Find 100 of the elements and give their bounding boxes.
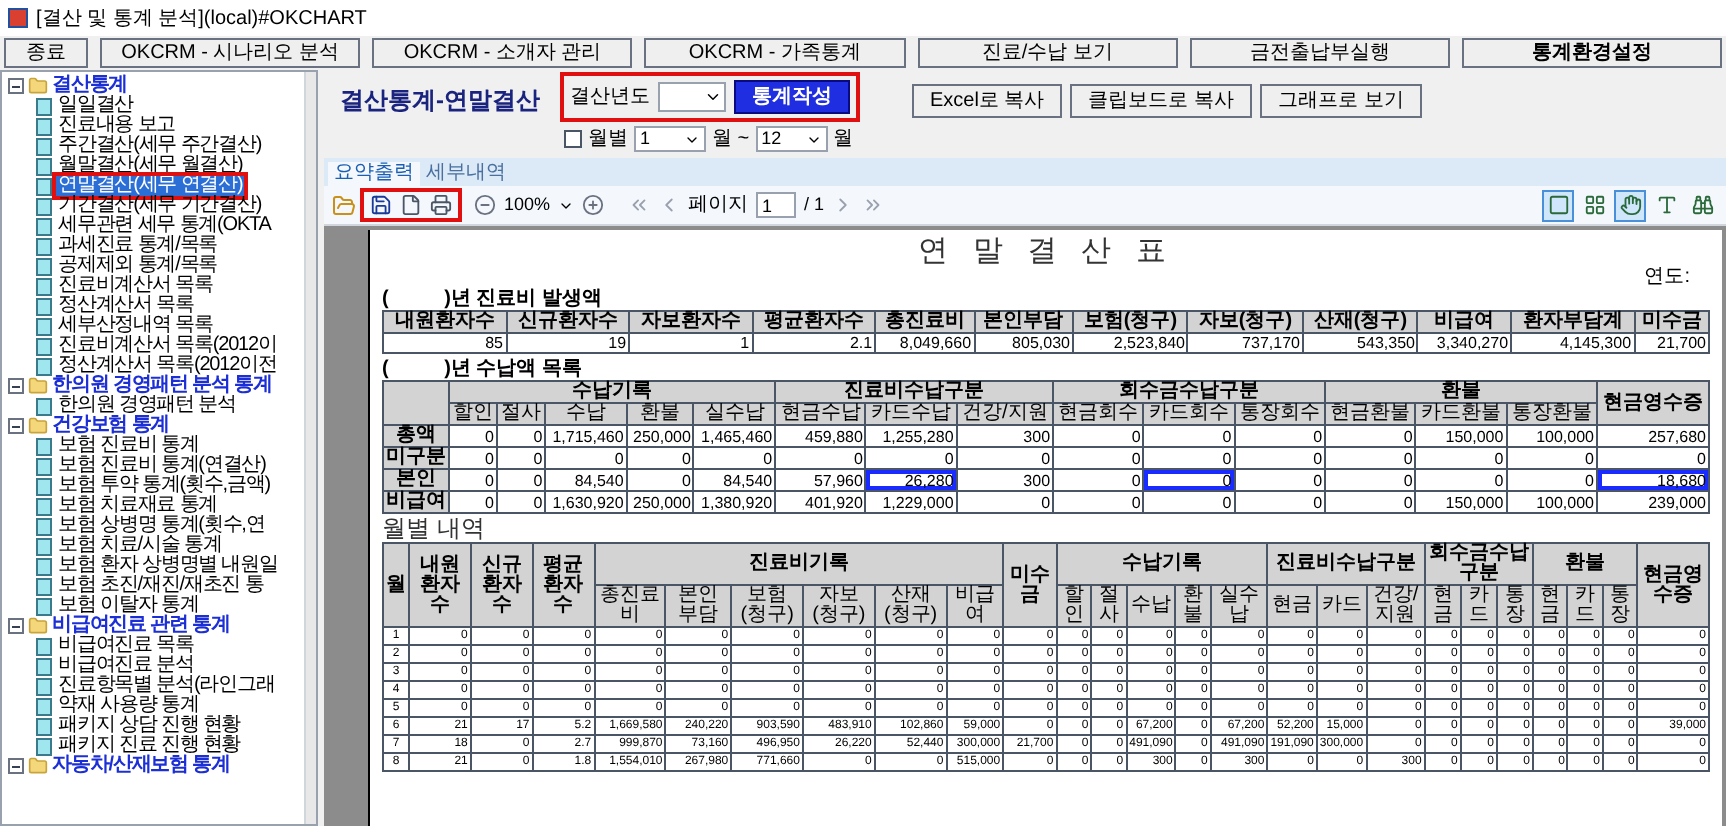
table-cell: 0: [1234, 447, 1326, 469]
table-cell: 0: [1234, 491, 1326, 513]
toolbar-button[interactable]: 종료: [4, 37, 88, 67]
tab[interactable]: 요약출력: [328, 162, 420, 186]
document-icon: [36, 397, 52, 415]
toolbar-button[interactable]: OKCRM - 가족통계: [644, 37, 906, 67]
tree-group-label[interactable]: 결산통계: [52, 76, 128, 96]
month-select[interactable]: 1: [634, 126, 706, 152]
tree-item[interactable]: 보험 진료비 통계(연결산): [56, 456, 268, 476]
tree-item[interactable]: 정산계산서 목록(2012이전: [56, 356, 279, 376]
single-page-icon[interactable]: [1542, 189, 1574, 221]
tree-item[interactable]: 보험 치료/시술 통계: [56, 536, 224, 556]
tree-group-label[interactable]: 한의원 경영패턴 분석 통계: [52, 376, 272, 396]
year-label: 연도:: [1642, 268, 1692, 288]
collapse-toggle-icon[interactable]: [8, 78, 24, 94]
tree-item[interactable]: 과세진료 통계/목록: [56, 236, 220, 256]
tree-group-label[interactable]: 비급여진료 관련 통계: [52, 616, 230, 636]
column-group-header: 진료비기록: [594, 543, 1004, 585]
open-folder-icon[interactable]: [332, 193, 356, 217]
toolbar-button[interactable]: 진료/수납 보기: [917, 37, 1178, 67]
tree-item[interactable]: 한의원 경영패턴 분석: [56, 396, 238, 416]
zoom-out-icon[interactable]: [474, 194, 496, 216]
month-select[interactable]: 12: [755, 126, 828, 152]
tree-item[interactable]: 보험 환자 상병명별 내원일: [56, 556, 280, 576]
tree-item[interactable]: 보험 진료비 통계: [56, 436, 201, 456]
tree-item[interactable]: 정산계산서 목록: [56, 296, 196, 316]
column-header: 실수납: [1210, 585, 1268, 627]
tree-item[interactable]: 진료비계산서 목록(2012이: [56, 336, 279, 356]
print-icon[interactable]: [430, 194, 452, 216]
action-button[interactable]: Excel로 복사: [912, 84, 1063, 118]
table-cell: 0: [1143, 491, 1235, 513]
table-cell: 0: [693, 447, 776, 469]
table-cell: 21,700: [1634, 333, 1709, 353]
column-header: 현금: [1532, 585, 1568, 627]
tree-item[interactable]: 보험 초진/재진/재초진 통: [56, 576, 266, 596]
page-icon[interactable]: [400, 194, 422, 216]
collapse-toggle-icon[interactable]: [8, 418, 24, 434]
zoom-in-icon[interactable]: [582, 194, 605, 216]
tree-item[interactable]: 비급여진료 목록: [56, 636, 196, 656]
tree-group-label[interactable]: 건강보험 통계: [52, 416, 170, 436]
tree-item[interactable]: 세무관련 세무 통계(OKTA: [56, 216, 273, 236]
row-header: 본인: [383, 469, 449, 491]
tree-item[interactable]: 약재 사용량 통계: [56, 696, 201, 716]
table-cell: 150,000: [1415, 425, 1507, 447]
checkbox[interactable]: [564, 130, 582, 148]
tree-item[interactable]: 일일결산: [56, 96, 136, 116]
table-cell: 100,000: [1506, 491, 1597, 513]
toolbar-button[interactable]: OKCRM - 소개자 관리: [372, 37, 633, 67]
collapse-toggle-icon[interactable]: [8, 618, 24, 634]
column-header: 카드: [1316, 585, 1367, 627]
action-button[interactable]: 그래프로 보기: [1260, 84, 1422, 118]
table-cell: 0: [1143, 425, 1235, 447]
tree-item[interactable]: 보험 치료재료 통계: [56, 496, 220, 516]
table-cell: 0: [1325, 425, 1416, 447]
column-header: 비급여: [1417, 311, 1512, 333]
table-cell: 0: [1506, 469, 1597, 491]
tree-item[interactable]: 연말결산(세무 연결산): [56, 176, 245, 196]
save-icon[interactable]: [370, 194, 392, 216]
build-stats-button[interactable]: 통계작성: [734, 80, 850, 114]
action-button[interactable]: 클립보드로 복사: [1070, 84, 1253, 118]
tree-item[interactable]: 월말결산(세무 월결산): [56, 156, 245, 176]
panel-title: 결산통계-연말결산: [340, 84, 542, 118]
column-header: 통장회수: [1234, 403, 1326, 425]
tab[interactable]: 세부내역: [420, 162, 512, 186]
table-cell: 0: [545, 447, 627, 469]
table-cell: 0: [1234, 469, 1326, 491]
table-cell: 0: [1234, 425, 1326, 447]
table-cell: 0: [865, 447, 957, 469]
tree-item[interactable]: 패키지 진료 진행 현황: [56, 736, 243, 756]
tree-item[interactable]: 진료내용 보고: [56, 116, 178, 136]
tree-item[interactable]: 주간결산(세무 주간결산): [56, 136, 264, 156]
tree-item[interactable]: 세부산정내역 목록: [56, 316, 215, 336]
tree-item[interactable]: 보험 이탈자 통계: [56, 596, 201, 616]
tree-item[interactable]: 기간결산(세무 기간결산): [56, 196, 264, 216]
tree-item[interactable]: 진료항목별 분석(라인그래: [56, 676, 277, 696]
column-header: 자보환자수: [629, 311, 753, 333]
toolbar-button[interactable]: 통계환경설정: [1461, 37, 1723, 67]
tree-item[interactable]: 공제제외 통계/목록: [56, 256, 220, 276]
column-header: 현금영수증: [1597, 381, 1709, 425]
zoom-level[interactable]: 100%: [504, 191, 551, 219]
collapse-toggle-icon[interactable]: [8, 758, 24, 774]
year-select[interactable]: [658, 82, 726, 112]
tree-item[interactable]: 진료비계산서 목록: [56, 276, 215, 296]
toolbar-button[interactable]: OKCRM - 시나리오 분석: [100, 37, 361, 67]
tree-item[interactable]: 비급여진료 분석: [56, 656, 196, 676]
hand-icon[interactable]: [1614, 189, 1646, 221]
table-cell: 0: [626, 469, 694, 491]
tree-item[interactable]: 패키지 상담 진행 현황: [56, 716, 243, 736]
tree-group-label[interactable]: 자동차/산재보험 통계: [52, 756, 230, 776]
row-header: 비급여: [383, 491, 449, 513]
toolbar-button[interactable]: 금전출납부실행: [1189, 37, 1450, 67]
tree-item[interactable]: 보험 상병명 통계(횟수,연: [56, 516, 267, 536]
collapse-toggle-icon[interactable]: [8, 378, 24, 394]
table-cell: 0: [1415, 469, 1507, 491]
column-group-header: 회수금수납구분: [1053, 381, 1326, 403]
page-field[interactable]: 1: [756, 192, 797, 218]
column-header: 카드환불: [1415, 403, 1507, 425]
column-header: 통장: [1496, 585, 1533, 627]
tree-item[interactable]: 보험 투약 통계(횟수,금액): [56, 476, 272, 496]
column-header: 절사: [1091, 585, 1127, 627]
